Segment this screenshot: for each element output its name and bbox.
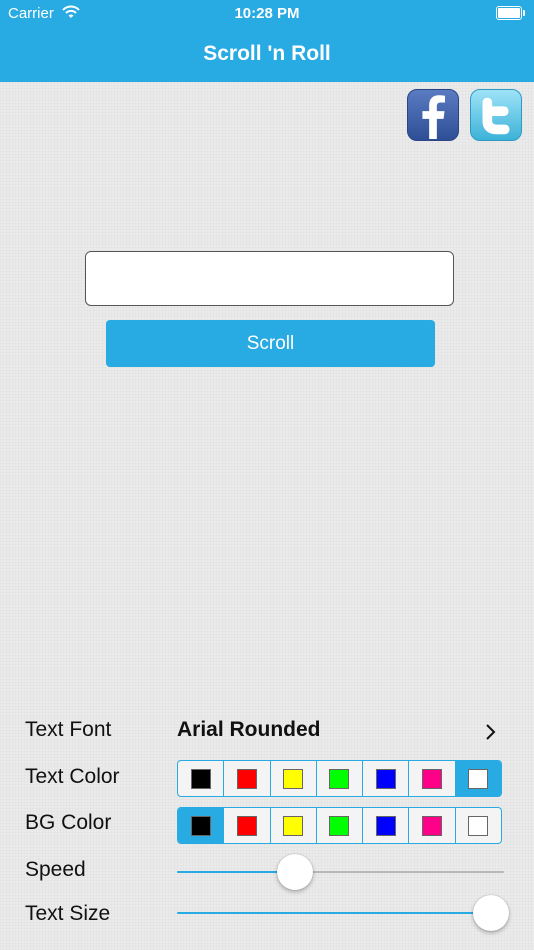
status-time: 10:28 PM xyxy=(234,5,300,22)
color-swatch xyxy=(283,768,304,789)
color-swatch xyxy=(236,768,257,789)
color-swatch xyxy=(468,768,489,789)
bg-color-picker[interactable] xyxy=(177,807,502,844)
battery-icon xyxy=(496,6,526,20)
text-color-label: Text Color xyxy=(25,765,120,788)
twitter-icon xyxy=(482,97,510,135)
twitter-share-button[interactable] xyxy=(470,89,522,141)
color-swatch xyxy=(190,815,211,836)
color-swatch xyxy=(190,768,211,789)
color-swatch xyxy=(375,815,396,836)
text-color-option[interactable] xyxy=(178,761,225,796)
text-color-option[interactable] xyxy=(317,761,364,796)
speed-label: Speed xyxy=(25,858,86,881)
text-color-option[interactable] xyxy=(271,761,317,796)
color-swatch xyxy=(422,768,443,789)
bg-color-option[interactable] xyxy=(317,808,364,843)
color-swatch xyxy=(283,815,304,836)
facebook-icon xyxy=(422,95,446,140)
bg-color-option[interactable] xyxy=(409,808,456,843)
text-size-label: Text Size xyxy=(25,902,111,925)
facebook-share-button[interactable] xyxy=(407,89,459,141)
speed-slider-thumb[interactable] xyxy=(276,854,313,890)
text-size-slider-thumb[interactable] xyxy=(472,895,509,931)
color-swatch xyxy=(422,815,443,836)
text-color-option[interactable] xyxy=(224,761,271,796)
bg-color-label: BG Color xyxy=(25,811,112,834)
text-font-label: Text Font xyxy=(25,718,112,741)
color-swatch xyxy=(236,815,257,836)
color-swatch xyxy=(329,815,350,836)
bg-color-option[interactable] xyxy=(363,808,410,843)
bg-color-option[interactable] xyxy=(178,808,225,843)
page-title: Scroll 'n Roll xyxy=(203,42,331,65)
nav-bar: Carrier 10:28 PM Scroll 'n Roll xyxy=(0,0,534,82)
speed-slider[interactable] xyxy=(177,853,504,893)
text-color-option[interactable] xyxy=(455,761,501,796)
text-font-value[interactable]: Arial Rounded xyxy=(177,718,321,742)
scroll-button[interactable]: Scroll xyxy=(106,320,435,367)
color-swatch xyxy=(468,815,489,836)
text-color-option[interactable] xyxy=(409,761,456,796)
bg-color-option[interactable] xyxy=(271,808,317,843)
text-color-picker[interactable] xyxy=(177,760,502,797)
bg-color-option[interactable] xyxy=(224,808,271,843)
text-size-slider[interactable] xyxy=(177,894,509,934)
bg-color-option[interactable] xyxy=(456,808,501,843)
color-swatch xyxy=(375,768,396,789)
text-color-option[interactable] xyxy=(363,761,410,796)
scroll-text-input[interactable] xyxy=(85,251,454,306)
color-swatch xyxy=(329,768,350,789)
chevron-right-icon[interactable] xyxy=(484,722,498,742)
